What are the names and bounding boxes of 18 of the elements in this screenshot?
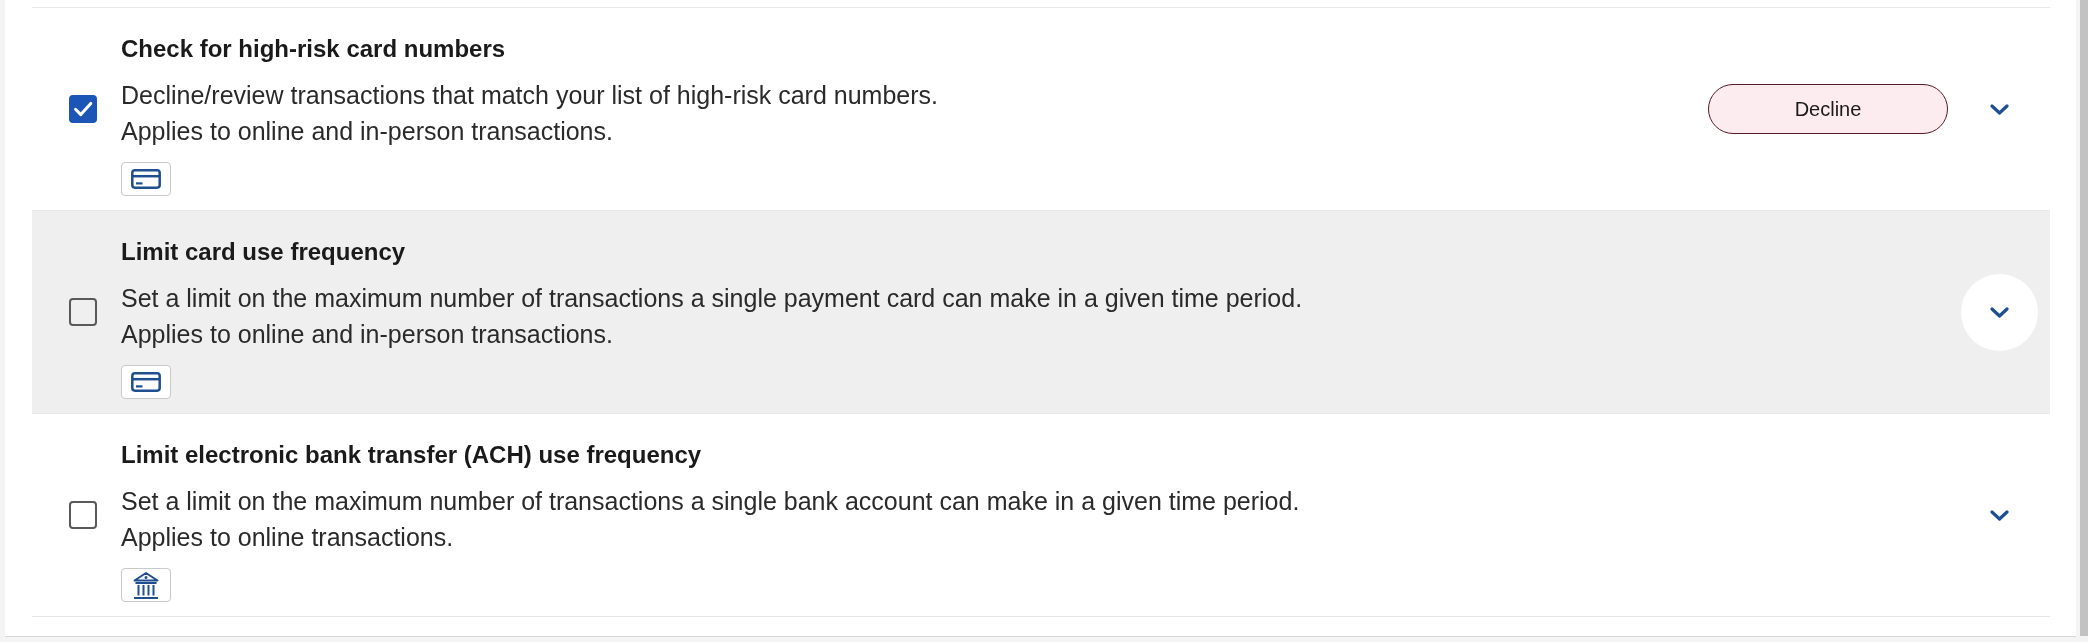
checkbox[interactable] (69, 298, 97, 326)
rule-description: Decline/review transactions that match your list of high-risk card numbers. (121, 80, 939, 111)
rule-scope: Applies to online and in-person transactions. (121, 319, 614, 350)
checkmark-icon (73, 101, 93, 117)
rule-title: Check for high-risk card numbers (121, 34, 507, 64)
credit-card-icon (121, 365, 171, 399)
rule-scope: Applies to online transactions. (121, 522, 455, 553)
checkbox[interactable] (69, 501, 97, 529)
rule-title: Limit electronic bank transfer (ACH) use frequency (121, 440, 703, 470)
bank-building-icon (121, 568, 171, 602)
scrollbar-thumb[interactable] (2080, 0, 2088, 636)
credit-card-icon (121, 162, 171, 196)
rule-scope: Applies to online and in-person transactions. (121, 116, 614, 147)
rule-description: Set a limit on the maximum number of transactions a single bank account can make in a given time period. (121, 486, 1301, 517)
action-button[interactable]: Decline (1708, 84, 1948, 134)
checkbox[interactable] (69, 95, 97, 123)
rule-title: Limit card use frequency (121, 237, 407, 267)
rule-description: Set a limit on the maximum number of transactions a single payment card can make in a given time period. (121, 283, 1304, 314)
